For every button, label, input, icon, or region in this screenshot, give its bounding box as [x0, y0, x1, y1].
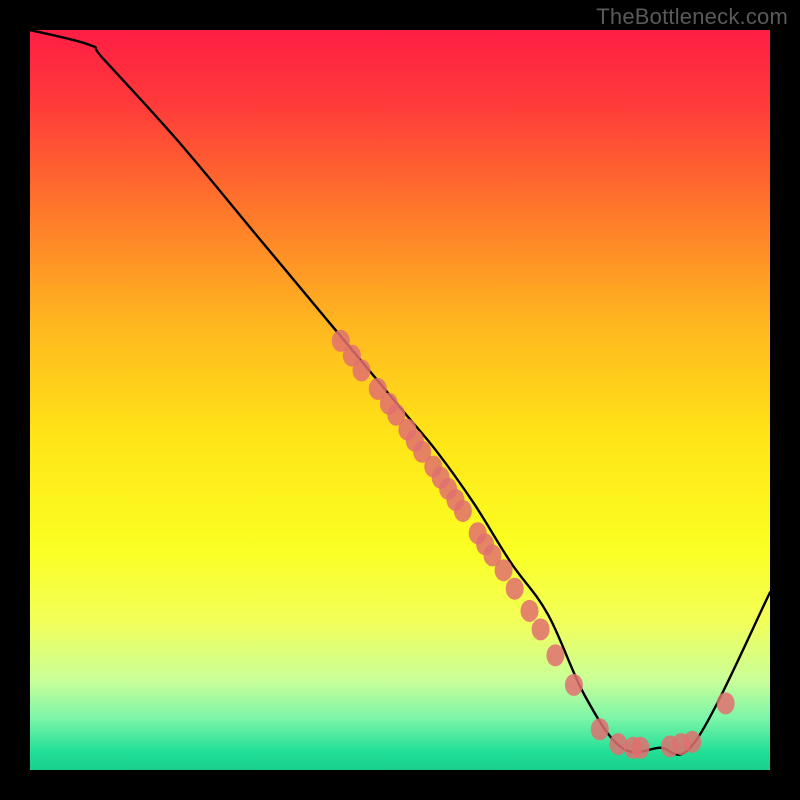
scatter-marker — [495, 559, 513, 581]
chart-svg — [30, 30, 770, 770]
scatter-marker — [632, 737, 650, 759]
scatter-marker — [353, 359, 371, 381]
scatter-marker — [532, 618, 550, 640]
chart-container: TheBottleneck.com — [0, 0, 800, 800]
watermark-text: TheBottleneck.com — [596, 4, 788, 30]
scatter-marker — [609, 733, 627, 755]
scatter-marker — [565, 674, 583, 696]
scatter-marker — [591, 718, 609, 740]
scatter-marker — [506, 578, 524, 600]
scatter-marker — [546, 644, 564, 666]
scatter-marker — [454, 500, 472, 522]
scatter-marker — [683, 731, 701, 753]
plot-background — [30, 30, 770, 770]
scatter-marker — [521, 600, 539, 622]
scatter-marker — [717, 692, 735, 714]
